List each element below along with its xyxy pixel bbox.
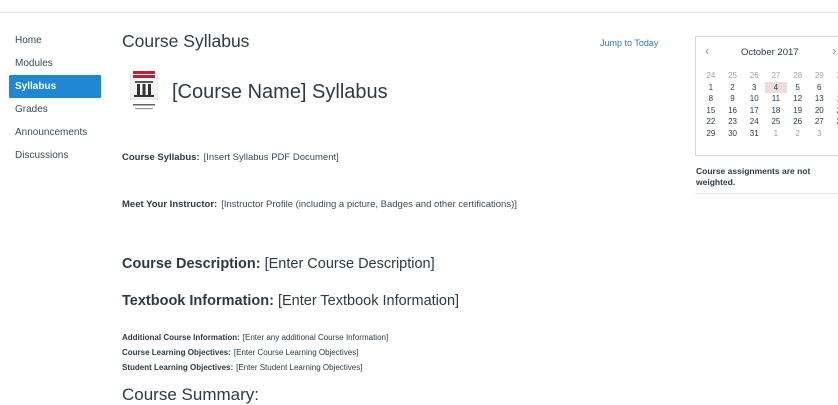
textbook-line: Textbook Information: [Enter Textbook Inf… (122, 293, 459, 309)
calendar-day[interactable]: 26 (743, 70, 765, 82)
calendar-day[interactable]: 25 (722, 70, 744, 82)
mini-calendar: ‹ October 2017 › 24252627282930123456789… (695, 36, 838, 156)
course-objectives-label: Course Learning Objectives: (122, 348, 231, 357)
course-description-value: [Enter Course Description] (264, 256, 435, 272)
calendar-day[interactable]: 23 (722, 116, 744, 128)
calendar-week-row: 891011121314 (700, 93, 838, 105)
calendar-day[interactable]: 12 (787, 93, 809, 105)
calendar-week-row: 24252627282930 (700, 70, 838, 82)
course-syllabus-label: Course Syllabus: (122, 152, 200, 163)
calendar-day[interactable]: 10 (743, 93, 765, 105)
calendar-day[interactable]: 3 (808, 128, 830, 140)
calendar-day[interactable]: 14 (830, 93, 838, 105)
calendar-week-row: 15161718192021 (700, 105, 838, 117)
textbook-value: [Enter Textbook Information] (277, 293, 460, 309)
calendar-day[interactable]: 5 (787, 82, 809, 94)
calendar-day[interactable]: 29 (700, 128, 722, 140)
instructor-line: Meet Your Instructor: [Instructor Profile… (122, 199, 517, 210)
course-syllabus-value: [Insert Syllabus PDF Document] (203, 152, 339, 163)
calendar-month: October 2017 (741, 47, 799, 58)
calendar-day[interactable]: 18 (765, 105, 787, 117)
calendar-day[interactable]: 9 (722, 93, 744, 105)
calendar-day[interactable]: 15 (700, 105, 722, 117)
additional-info-line: Additional Course Information: [Enter any… (122, 333, 388, 342)
calendar-day[interactable]: 16 (722, 105, 744, 117)
calendar-week-row: 1234567 (700, 81, 838, 94)
calendar-day[interactable]: 30 (722, 128, 744, 140)
course-description-line: Course Description: [Enter Course Descrip… (122, 256, 435, 272)
calendar-day-today[interactable]: 4 (765, 81, 787, 93)
calendar-day[interactable]: 28 (830, 116, 838, 128)
calendar-day[interactable]: 26 (787, 116, 809, 128)
calendar-day[interactable]: 21 (830, 105, 838, 117)
course-navigation: Home Modules Syllabus Grades Announcemen… (9, 29, 101, 167)
course-syllabus-line: Course Syllabus: [Insert Syllabus PDF Doc… (122, 152, 339, 163)
student-objectives-value: [Enter Student Learning Objectives] (236, 363, 363, 372)
calendar-day[interactable]: 4 (830, 128, 838, 140)
student-objectives-line: Student Learning Objectives: [Enter Stude… (122, 363, 362, 372)
syllabus-heading: [Course Name] Syllabus (172, 81, 388, 103)
nav-item-syllabus[interactable]: Syllabus (9, 75, 101, 98)
course-objectives-value: [Enter Course Learning Objectives] (233, 348, 359, 357)
calendar-day[interactable]: 30 (830, 70, 838, 82)
calendar-week-row: 2930311234 (700, 128, 838, 140)
college-logo-icon (130, 71, 158, 110)
calendar-day[interactable]: 24 (700, 70, 722, 82)
student-objectives-label: Student Learning Objectives: (122, 363, 234, 372)
assignments-weight-note: Course assignments are not weighted. (696, 166, 811, 187)
nav-item-announcements[interactable]: Announcements (9, 121, 101, 144)
calendar-day[interactable]: 24 (743, 116, 765, 128)
course-summary-heading: Course Summary: (122, 385, 259, 404)
additional-info-label: Additional Course Information: (122, 333, 240, 342)
nav-item-modules[interactable]: Modules (9, 52, 101, 75)
calendar-day[interactable]: 6 (808, 82, 830, 94)
calendar-week-row: 22232425262728 (700, 116, 838, 128)
calendar-day[interactable]: 22 (700, 116, 722, 128)
calendar-day[interactable]: 1 (765, 128, 787, 140)
calendar-day[interactable]: 25 (765, 116, 787, 128)
chevron-left-icon[interactable]: ‹ (705, 43, 709, 58)
calendar-day[interactable]: 2 (722, 82, 744, 94)
calendar-day[interactable]: 2 (787, 128, 809, 140)
calendar-day[interactable]: 3 (743, 82, 765, 94)
calendar-grid: 2425262728293012345678910111213141516171… (700, 70, 838, 139)
calendar-day[interactable]: 7 (830, 82, 838, 94)
textbook-label: Textbook Information: (122, 293, 274, 309)
calendar-day[interactable]: 31 (743, 128, 765, 140)
instructor-label: Meet Your Instructor: (122, 199, 218, 210)
calendar-day[interactable]: 27 (765, 70, 787, 82)
nav-item-discussions[interactable]: Discussions (9, 144, 101, 167)
chevron-right-icon[interactable]: › (832, 43, 836, 58)
calendar-day[interactable]: 8 (700, 93, 722, 105)
calendar-day[interactable]: 1 (700, 82, 722, 94)
course-objectives-line: Course Learning Objectives: [Enter Course… (122, 348, 358, 357)
instructor-value: [Instructor Profile (including a picture… (221, 199, 517, 210)
calendar-day[interactable]: 11 (765, 93, 787, 105)
calendar-day[interactable]: 28 (787, 70, 809, 82)
main-content: Course Syllabus Jump to Today [Course Na… (122, 0, 678, 404)
jump-to-today-link[interactable]: Jump to Today (600, 38, 658, 48)
sidebar-divider (695, 193, 838, 194)
calendar-day[interactable]: 29 (808, 70, 830, 82)
page-title: Course Syllabus (122, 31, 250, 51)
calendar-day[interactable]: 20 (808, 105, 830, 117)
calendar-day[interactable]: 19 (787, 105, 809, 117)
nav-item-grades[interactable]: Grades (9, 98, 101, 121)
calendar-day[interactable]: 17 (743, 105, 765, 117)
calendar-day[interactable]: 13 (808, 93, 830, 105)
nav-item-home[interactable]: Home (9, 29, 101, 52)
course-description-label: Course Description: (122, 256, 261, 272)
calendar-day[interactable]: 27 (808, 116, 830, 128)
calendar-header: ‹ October 2017 › (696, 37, 838, 65)
additional-info-value: [Enter any additional Course Information… (242, 333, 389, 342)
